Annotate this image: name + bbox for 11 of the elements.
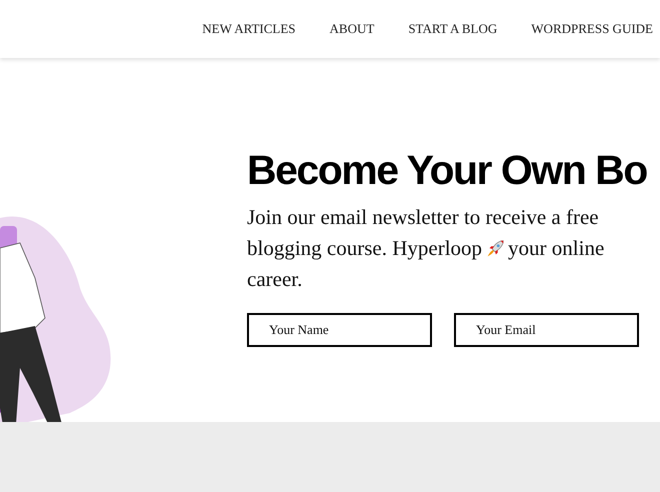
text-field[interactable]: Your Email — [454, 313, 639, 347]
nav-link[interactable]: ABOUT — [330, 21, 374, 37]
nav-link[interactable]: START A BLOG — [408, 21, 498, 37]
nav-link[interactable]: NEW ARTICLES — [202, 21, 296, 37]
newsletter-description: your online — [508, 235, 604, 262]
newsletter-description: blogging course. Hyperloop — [247, 235, 482, 262]
newsletter-description: Join our email newsletter to receive a free — [247, 204, 599, 231]
text-field[interactable]: Your Name — [247, 313, 432, 347]
newsletter-description: career. — [247, 266, 302, 293]
nav-link[interactable]: WORDPRESS GUIDE — [531, 21, 653, 37]
hero-heading: Become Your Own Bo — [247, 146, 648, 195]
